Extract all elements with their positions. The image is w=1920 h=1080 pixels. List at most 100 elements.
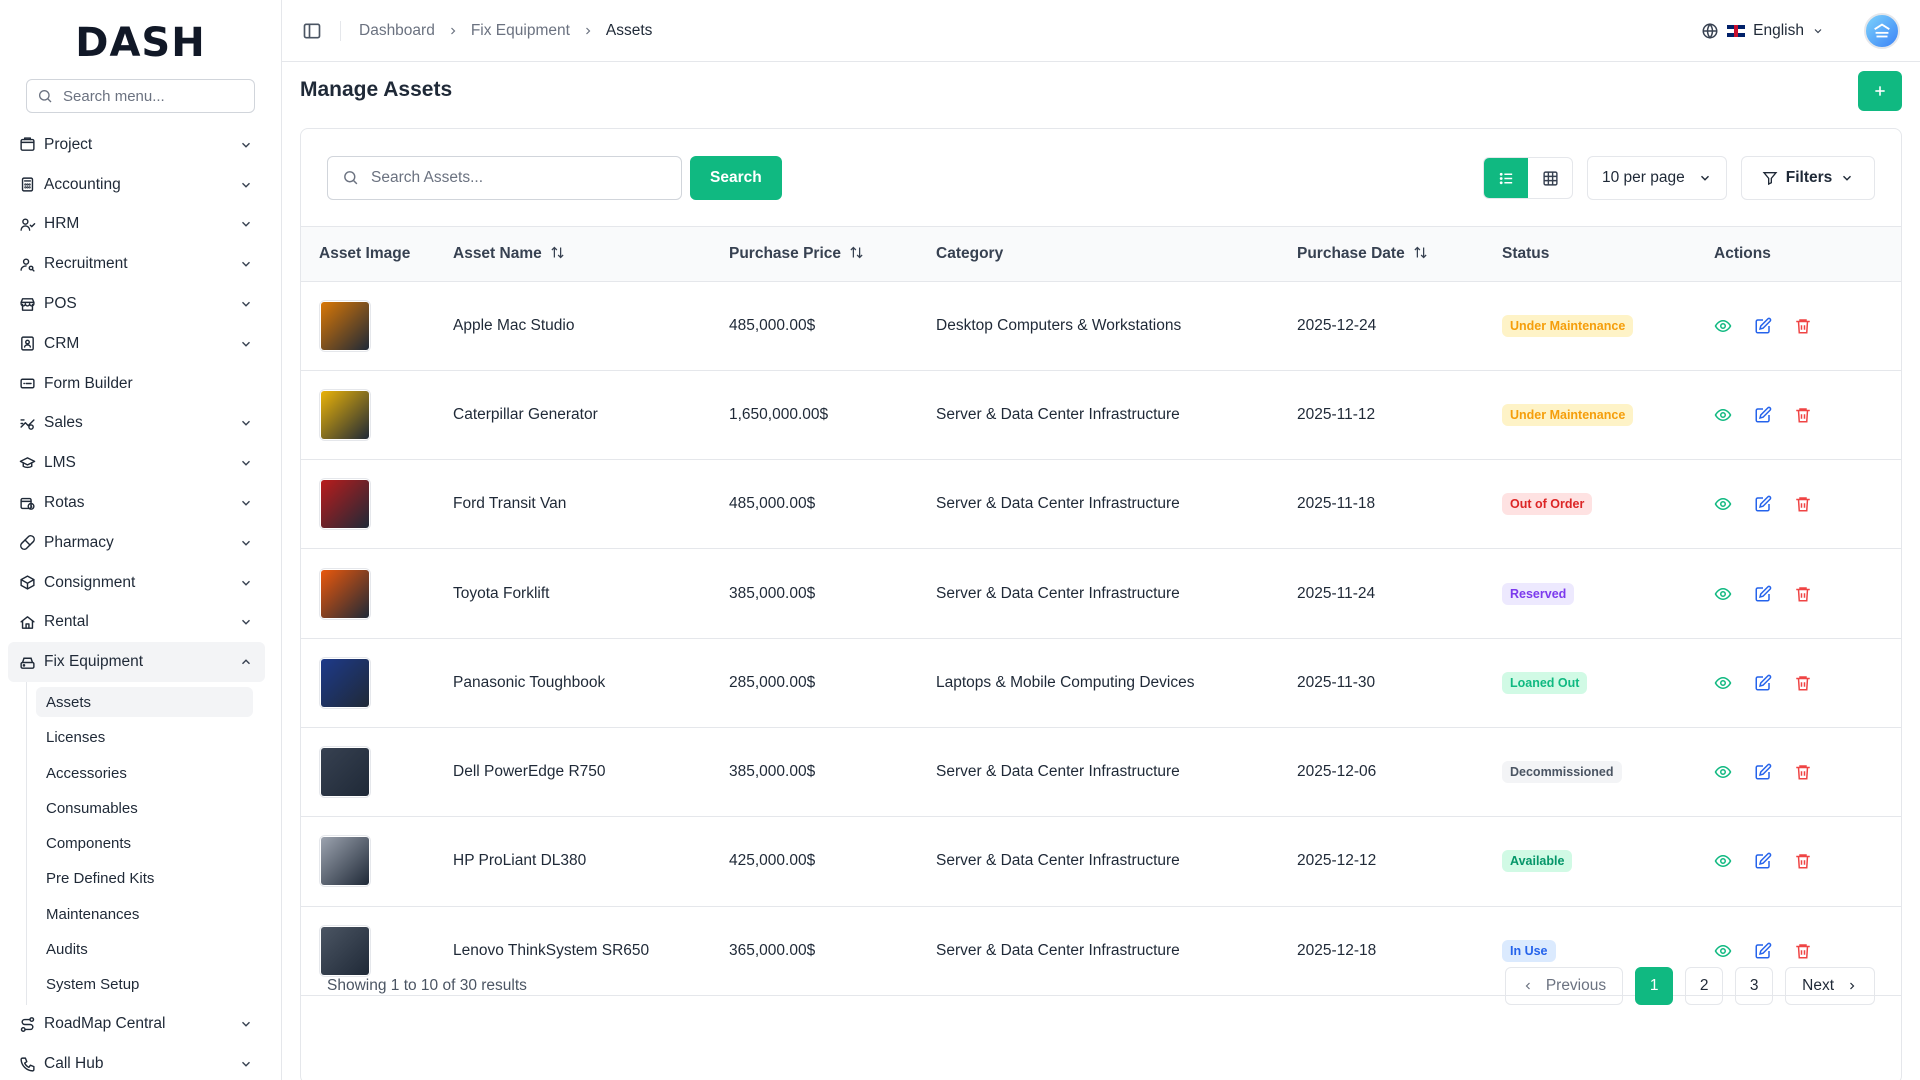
sidebar-item-rotas[interactable]: Rotas — [0, 483, 281, 523]
submenu-item-accessories[interactable]: Accessories — [36, 755, 253, 790]
sidebar-item-rental[interactable]: Rental — [0, 603, 281, 643]
chevron-left-icon — [1525, 982, 1530, 990]
header-category: Category — [936, 227, 1297, 282]
purchase-price: 1,650,000.00$ — [729, 405, 829, 423]
edit-icon[interactable] — [1754, 406, 1772, 424]
grid-view-button[interactable] — [1528, 158, 1572, 198]
trash-icon[interactable] — [1794, 495, 1812, 513]
page-header: Manage Assets — [282, 62, 1920, 118]
menu-search-input[interactable]: Search menu... — [26, 79, 255, 113]
asset-category: Server & Data Center Infrastructure — [936, 584, 1180, 602]
sidebar-item-label: HRM — [44, 215, 80, 233]
trash-icon[interactable] — [1794, 852, 1812, 870]
edit-icon[interactable] — [1754, 674, 1772, 692]
list-view-button[interactable] — [1484, 157, 1528, 198]
trash-icon[interactable] — [1794, 674, 1812, 692]
add-asset-button[interactable] — [1858, 71, 1902, 111]
sidebar-item-sales[interactable]: Sales — [0, 404, 281, 444]
assets-toolbar: Search Assets... Search 10 per page Filt… — [301, 129, 1901, 227]
sidebar-item-pos[interactable]: POS — [0, 284, 281, 324]
sidebar-item-hrm[interactable]: HRM — [0, 205, 281, 245]
header-purchase-date[interactable]: Purchase Date — [1297, 227, 1502, 282]
calendar-clock-icon — [18, 494, 36, 512]
status-badge: Available — [1502, 850, 1573, 873]
trash-icon[interactable] — [1794, 317, 1812, 335]
sidebar-item-label: RoadMap Central — [44, 1015, 166, 1033]
table-row: Ford Transit Van 485,000.00$ Server & Data… — [301, 460, 1901, 549]
status-badge: Under Maintenance — [1502, 314, 1634, 337]
contacts-icon — [18, 335, 36, 353]
asset-search-input[interactable]: Search Assets... — [327, 155, 682, 200]
submenu-item-audits[interactable]: Audits — [36, 932, 253, 967]
purchase-price: 385,000.00$ — [729, 584, 816, 602]
breadcrumb-dashboard[interactable]: Dashboard — [359, 22, 435, 40]
edit-icon[interactable] — [1754, 585, 1772, 603]
sidebar-item-label: Recruitment — [44, 255, 128, 273]
asset-name: HP ProLiant DL380 — [453, 852, 587, 870]
breadcrumb-assets: Assets — [605, 21, 653, 39]
submenu-item-maintenances[interactable]: Maintenances — [36, 897, 253, 932]
asset-category: Laptops & Mobile Computing Devices — [936, 673, 1195, 691]
chevron-down-icon — [1701, 175, 1709, 181]
edit-icon[interactable] — [1754, 763, 1772, 781]
row-actions — [1714, 317, 1901, 335]
logo[interactable]: DASH — [0, 0, 281, 66]
eye-icon[interactable] — [1714, 852, 1732, 870]
sidebar-item-form-builder[interactable]: Form Builder — [0, 364, 281, 404]
chevron-right-icon — [450, 27, 456, 34]
edit-icon[interactable] — [1754, 852, 1772, 870]
trash-icon[interactable] — [1794, 763, 1812, 781]
avatar[interactable] — [1864, 12, 1900, 49]
submenu-item-licenses[interactable]: Licenses — [36, 720, 253, 755]
status-badge: Under Maintenance — [1502, 403, 1634, 426]
edit-icon[interactable] — [1754, 495, 1772, 513]
hard-drive-icon — [18, 653, 36, 671]
submenu-item-assets[interactable]: Assets — [36, 687, 253, 718]
header-asset-name[interactable]: Asset Name — [453, 227, 729, 282]
language-selector[interactable]: English — [1701, 22, 1824, 40]
page-2-button[interactable]: 2 — [1685, 967, 1724, 1005]
chevron-down-icon — [1814, 28, 1822, 33]
list-icon — [1499, 172, 1512, 185]
eye-icon[interactable] — [1714, 406, 1732, 424]
edit-icon[interactable] — [1754, 317, 1772, 335]
sidebar-item-call-hub[interactable]: Call Hub — [0, 1044, 281, 1080]
breadcrumb-fix-equipment[interactable]: Fix Equipment — [471, 22, 570, 40]
eye-icon[interactable] — [1714, 495, 1732, 513]
sidebar-item-project[interactable]: Project — [0, 125, 281, 165]
sidebar-item-pharmacy[interactable]: Pharmacy — [0, 523, 281, 563]
eye-icon[interactable] — [1714, 763, 1732, 781]
sidebar-item-crm[interactable]: CRM — [0, 324, 281, 364]
chevron-down-icon — [242, 1022, 250, 1028]
submenu-item-system-setup[interactable]: System Setup — [36, 967, 253, 1002]
submenu-item-pre-defined-kits[interactable]: Pre Defined Kits — [36, 861, 253, 896]
eye-icon[interactable] — [1714, 674, 1732, 692]
trash-icon[interactable] — [1794, 585, 1812, 603]
search-button[interactable]: Search — [690, 155, 782, 200]
sidebar-item-consignment[interactable]: Consignment — [0, 563, 281, 603]
page-3-button[interactable]: 3 — [1735, 967, 1774, 1005]
filters-button[interactable]: Filters — [1741, 155, 1875, 200]
calculator-icon — [18, 176, 36, 194]
project-icon — [18, 136, 36, 154]
next-page-button[interactable]: Next — [1785, 967, 1875, 1005]
eye-icon[interactable] — [1714, 317, 1732, 335]
per-page-select[interactable]: 10 per page — [1587, 155, 1727, 200]
trash-icon[interactable] — [1794, 406, 1812, 424]
sort-icon — [1414, 246, 1427, 259]
submenu-item-components[interactable]: Components — [36, 826, 253, 861]
sidebar-item-fix-equipment[interactable]: Fix Equipment — [8, 642, 265, 683]
submenu-item-consumables[interactable]: Consumables — [36, 791, 253, 826]
previous-page-button[interactable]: Previous — [1504, 967, 1624, 1005]
page-1-button[interactable]: 1 — [1635, 967, 1674, 1005]
sidebar-item-accounting[interactable]: Accounting — [0, 165, 281, 205]
asset-thumbnail — [319, 299, 371, 352]
sidebar-item-lms[interactable]: LMS — [0, 443, 281, 483]
header-purchase-price[interactable]: Purchase Price — [729, 227, 936, 282]
sidebar-toggle-icon[interactable] — [302, 21, 322, 41]
pagination: Previous 1 2 3 Next — [1504, 967, 1875, 1005]
sidebar-item-recruitment[interactable]: Recruitment — [0, 244, 281, 284]
sidebar-item-roadmap-central[interactable]: RoadMap Central — [0, 1005, 281, 1045]
view-toggle — [1483, 156, 1573, 199]
eye-icon[interactable] — [1714, 585, 1732, 603]
